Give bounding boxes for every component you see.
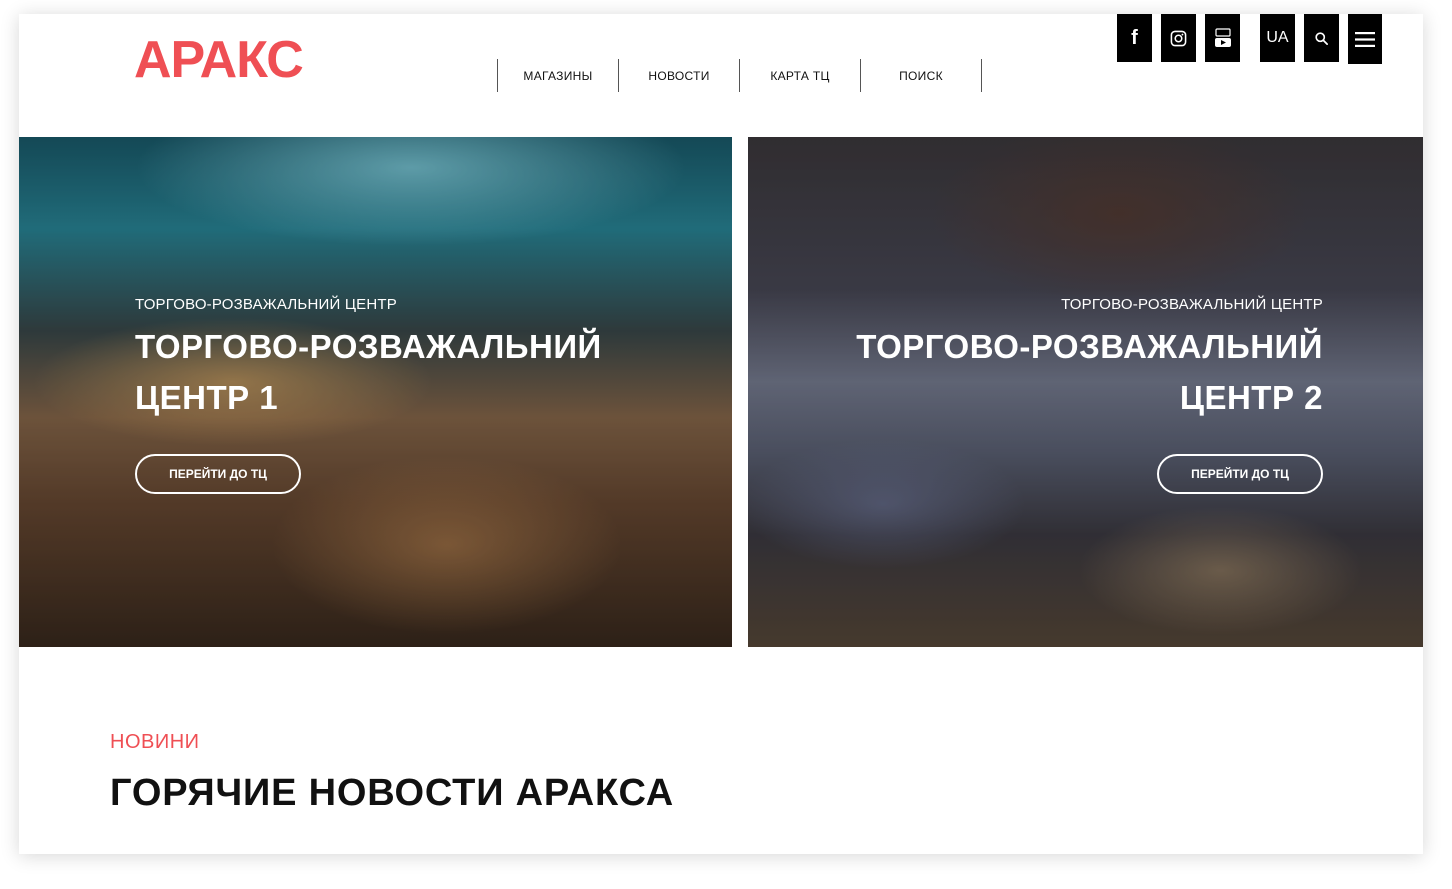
hero-eyebrow: ТОРГОВО-РОЗВАЖАЛЬНИЙ ЦЕНТР (1061, 296, 1323, 313)
hero-title: ТОРГОВО-РОЗВАЖАЛЬНИЙ ЦЕНТР 2 (856, 321, 1323, 423)
hero-title-line2: ЦЕНТР 1 (135, 379, 279, 416)
hero-card-mall-1: ТОРГОВО-РОЗВАЖАЛЬНИЙ ЦЕНТР ТОРГОВО-РОЗВА… (19, 137, 732, 647)
hero-title-line2: ЦЕНТР 2 (1179, 379, 1323, 416)
go-to-mall-button[interactable]: ПЕРЕЙТИ ДО ТЦ (135, 454, 301, 494)
hero-title: ТОРГОВО-РОЗВАЖАЛЬНИЙ ЦЕНТР 1 (135, 321, 602, 423)
news-section-title: ГОРЯЧИЕ НОВОСТИ АРАКСА (110, 772, 674, 814)
youtube-button[interactable] (1205, 14, 1240, 62)
nav-item-news[interactable]: НОВОСТИ (619, 59, 740, 92)
news-section-label: НОВИНИ (110, 731, 200, 753)
hero-eyebrow: ТОРГОВО-РОЗВАЖАЛЬНИЙ ЦЕНТР (135, 296, 397, 313)
facebook-icon: f (1131, 26, 1138, 49)
hero-text: ТОРГОВО-РОЗВАЖАЛЬНИЙ ЦЕНТР ТОРГОВО-РОЗВА… (856, 295, 1323, 423)
hamburger-icon (1355, 31, 1375, 47)
main-nav: МАГАЗИНЫ НОВОСТИ КАРТА ТЦ ПОИСК (497, 59, 982, 92)
youtube-icon (1214, 28, 1231, 47)
search-button[interactable] (1304, 14, 1339, 62)
language-button[interactable]: UA (1260, 14, 1295, 62)
page: АРАКС МАГАЗИНЫ НОВОСТИ КАРТА ТЦ ПОИСК f … (19, 14, 1423, 854)
instagram-icon (1170, 30, 1187, 46)
search-icon (1315, 31, 1328, 45)
nav-item-search[interactable]: ПОИСК (861, 59, 982, 92)
menu-button[interactable] (1348, 14, 1382, 64)
language-label: UA (1266, 29, 1289, 46)
hero-text: ТОРГОВО-РОЗВАЖАЛЬНИЙ ЦЕНТР ТОРГОВО-РОЗВА… (135, 295, 602, 423)
header-tools: f UA (1117, 14, 1382, 64)
nav-item-map[interactable]: КАРТА ТЦ (740, 59, 861, 92)
hero-title-line1: ТОРГОВО-РОЗВАЖАЛЬНИЙ (856, 328, 1323, 365)
go-to-mall-button[interactable]: ПЕРЕЙТИ ДО ТЦ (1157, 454, 1323, 494)
hero-card-mall-2: ТОРГОВО-РОЗВАЖАЛЬНИЙ ЦЕНТР ТОРГОВО-РОЗВА… (748, 137, 1423, 647)
facebook-button[interactable]: f (1117, 14, 1152, 62)
instagram-button[interactable] (1161, 14, 1196, 62)
logo[interactable]: АРАКС (134, 34, 304, 86)
hero-title-line1: ТОРГОВО-РОЗВАЖАЛЬНИЙ (135, 328, 602, 365)
nav-item-shops[interactable]: МАГАЗИНЫ (498, 59, 619, 92)
